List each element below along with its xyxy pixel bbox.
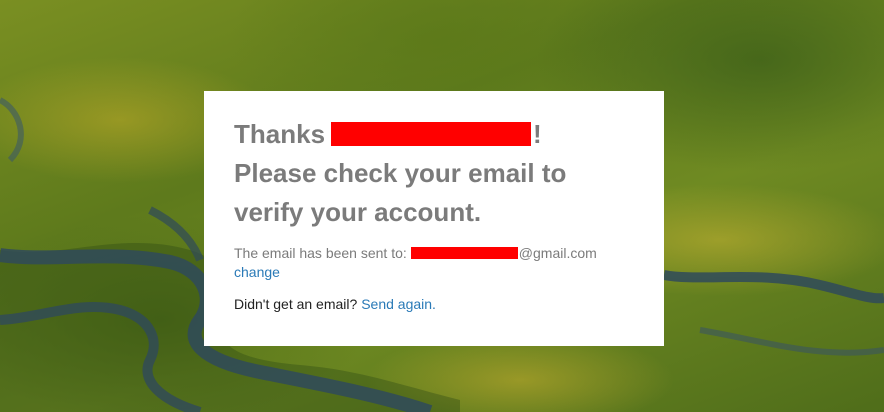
heading-exclamation: !	[533, 119, 542, 149]
resend-row: Didn't get an email? Send again.	[234, 295, 634, 313]
heading-line-3: verify your account.	[234, 197, 482, 227]
redacted-email-user	[410, 247, 518, 260]
heading-line-1: Thanks!	[234, 115, 634, 154]
verification-card: Thanks! Please check your email to verif…	[204, 91, 664, 346]
send-again-link[interactable]: Send again.	[361, 296, 436, 312]
email-sent-label: The email has been sent to:	[234, 245, 407, 261]
heading-line-2: Please check your email to	[234, 158, 567, 188]
change-row: change	[234, 263, 634, 281]
resend-prompt: Didn't get an email?	[234, 296, 358, 312]
redacted-name	[331, 122, 532, 147]
heading-thanks: Thanks	[234, 119, 326, 149]
email-sent-notice: The email has been sent to: @gmail.com	[234, 244, 634, 262]
email-domain: @gmail.com	[518, 245, 597, 261]
change-email-link[interactable]: change	[234, 264, 280, 280]
card-heading: Thanks! Please check your email to verif…	[234, 115, 634, 232]
